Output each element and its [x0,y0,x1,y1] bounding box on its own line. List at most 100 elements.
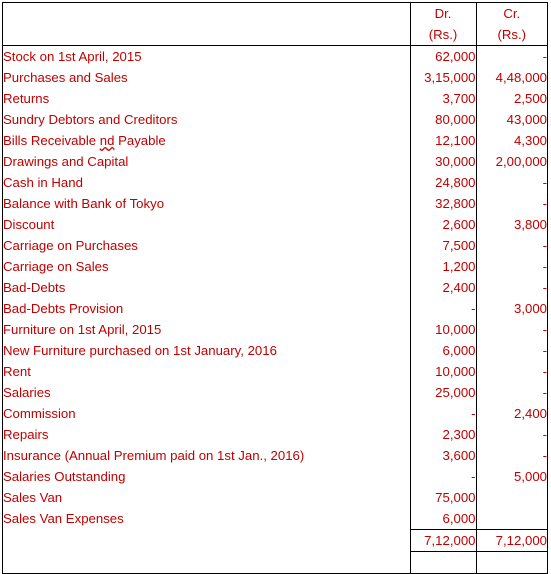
table-row: New Furniture purchased on 1st January, … [3,340,547,361]
row-credit-amount: - [542,175,547,190]
table-header: Dr. (Rs.) Cr. (Rs.) [3,3,547,46]
row-particulars: Sundry Debtors and Creditors [3,109,411,130]
header-row: Dr. (Rs.) Cr. (Rs.) [3,3,547,46]
table-row: Repairs 2,300 - [3,424,547,445]
row-particulars: Commission [3,403,411,424]
table-row: Carriage on Purchases 7,500 - [3,235,547,256]
row-credit-amount: 43,000 [506,112,547,127]
table-row: Sales Van Expenses 6,000 [3,508,547,530]
row-debit-amount: 3,600 [410,445,477,466]
row-debit-amount: 2,300 [410,424,477,445]
trial-balance-grid: Dr. (Rs.) Cr. (Rs.) Stock on 1st April, … [3,3,547,573]
row-debit-amount: 75,000 [410,487,477,508]
row-debit-amount: 1,200 [410,256,477,277]
header-credit-unit: (Rs.) [497,27,527,42]
row-particulars: Discount [3,214,411,235]
trailing-debit-cell [410,551,477,573]
row-credit-amount: - [542,280,547,295]
table-row: Commission - 2,400 [3,403,547,424]
row-debit-amount: 7,500 [410,235,477,256]
row-credit-amount: 5,000 [513,469,547,484]
row-debit-amount: 2,400 [410,277,477,298]
row-debit-amount: 3,700 [410,88,477,109]
row-debit-amount: 6,000 [410,340,477,361]
row-debit-amount: 3,15,000 [410,67,477,88]
row-particulars: Drawings and Capital [3,151,411,172]
row-debit-amount: 30,000 [410,151,477,172]
trailing-empty-row [3,551,547,573]
row-particulars: Balance with Bank of Tokyo [3,193,411,214]
spellcheck-underline: nd [99,133,115,148]
row-credit-amount: - [542,322,547,337]
table-row: Bad-Debts Provision - 3,000 [3,298,547,319]
row-debit-amount: 24,800 [410,172,477,193]
row-particulars: Bad-Debts Provision [3,298,411,319]
row-debit-amount: 62,000 [410,45,477,67]
row-particulars: Rent [3,361,411,382]
row-particulars: Sales Van [3,487,411,508]
header-debit: Dr. (Rs.) [410,3,477,46]
row-credit-amount: - [542,343,547,358]
row-credit-amount: - [542,385,547,400]
table-body: Stock on 1st April, 2015 62,000 - Purchases… [3,45,547,573]
row-particulars: Repairs [3,424,411,445]
row-debit-amount: - [410,466,477,487]
header-credit-label: Cr. [503,6,521,21]
table-row: Insurance (Annual Premium paid on 1st Ja… [3,445,547,466]
table-row: Stock on 1st April, 2015 62,000 - [3,45,547,67]
row-credit-amount: - [542,196,547,211]
row-credit-amount: - [542,238,547,253]
table-row: Drawings and Capital 30,000 2,00,000 [3,151,547,172]
row-credit-amount [476,487,547,508]
row-particulars: Salaries [3,382,411,403]
row-particulars: Returns [3,88,411,109]
row-credit-amount: 2,00,000 [495,154,547,169]
table-row: Furniture on 1st April, 2015 10,000 - [3,319,547,340]
row-debit-amount: 25,000 [410,382,477,403]
row-particulars: Salaries Outstanding [3,466,411,487]
header-credit: Cr. (Rs.) [476,3,547,46]
row-debit-amount: 10,000 [410,319,477,340]
row-debit-amount: 12,100 [410,130,477,151]
row-particulars: Insurance (Annual Premium paid on 1st Ja… [3,445,411,466]
row-particulars: Furniture on 1st April, 2015 [3,319,411,340]
header-particulars-blank [3,3,411,46]
table-row: Returns 3,700 2,500 [3,88,547,109]
row-credit-amount: - [542,259,547,274]
table-row: Rent 10,000 - [3,361,547,382]
row-credit-amount: - [542,448,547,463]
table-row: Salaries Outstanding - 5,000 [3,466,547,487]
row-debit-amount: 80,000 [410,109,477,130]
row-credit-amount: 3,800 [513,217,547,232]
header-debit-unit: (Rs.) [428,27,458,42]
row-particulars: Bad-Debts [3,277,411,298]
row-credit-amount: 2,500 [513,91,547,106]
table-row: Sales Van 75,000 [3,487,547,508]
row-debit-amount: - [410,298,477,319]
row-credit-amount: - [542,364,547,379]
row-debit-amount: 2,600 [410,214,477,235]
row-particulars: New Furniture purchased on 1st January, … [3,340,411,361]
table-row: Bad-Debts 2,400 - [3,277,547,298]
row-credit-amount: 4,300 [513,133,547,148]
row-credit-amount: 4,48,000 [495,70,547,85]
row-debit-amount: 10,000 [410,361,477,382]
row-debit-amount: 6,000 [410,508,477,530]
row-particulars: Carriage on Sales [3,256,411,277]
table-row: Purchases and Sales 3,15,000 4,48,000 [3,67,547,88]
table-row: Sundry Debtors and Creditors 80,000 43,000 [3,109,547,130]
table-row: Carriage on Sales 1,200 - [3,256,547,277]
row-debit-amount: 32,800 [410,193,477,214]
row-credit-amount: 2,400 [513,406,547,421]
row-particulars: Carriage on Purchases [3,235,411,256]
trailing-credit-cell [476,551,547,573]
table-row: Discount 2,600 3,800 [3,214,547,235]
row-particulars: Sales Van Expenses [3,508,411,530]
table-row: Balance with Bank of Tokyo 32,800 - [3,193,547,214]
row-particulars: Bills Receivable nd Payable [3,130,411,151]
table-row: Cash in Hand 24,800 - [3,172,547,193]
row-particulars: Stock on 1st April, 2015 [3,45,411,67]
row-particulars: Cash in Hand [3,172,411,193]
table-row: Bills Receivable nd Payable 12,100 4,300 [3,130,547,151]
row-debit-amount: - [410,403,477,424]
